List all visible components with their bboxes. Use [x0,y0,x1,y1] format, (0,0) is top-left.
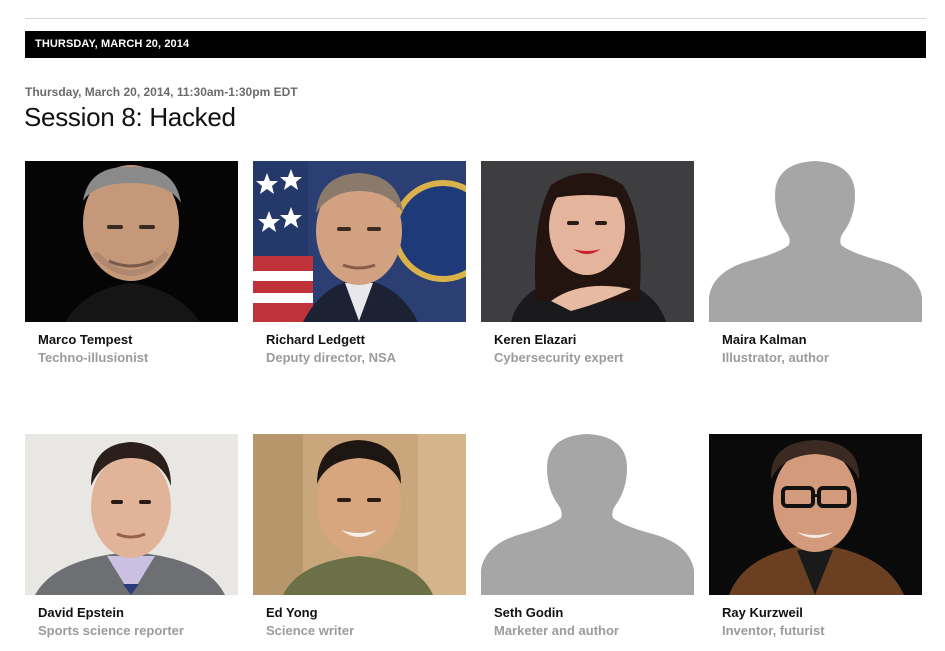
speaker-photo[interactable] [25,434,238,595]
speaker-photo[interactable] [25,161,238,322]
speaker-photo[interactable] [253,434,466,595]
speaker-photo[interactable] [709,434,922,595]
speaker-card-maira-kalman[interactable]: Maira Kalman Illustrator, author [709,161,922,365]
speaker-card-keren-elazari[interactable]: Keren Elazari Cybersecurity expert [481,161,694,365]
speaker-photo[interactable] [253,161,466,322]
silhouette-placeholder-icon[interactable] [481,434,694,595]
speaker-grid: Marco Tempest Techno-illusionist Richard… [0,0,945,651]
speaker-name[interactable]: Ed Yong [253,605,466,620]
speaker-card-richard-ledgett[interactable]: Richard Ledgett Deputy director, NSA [253,161,466,365]
speaker-name[interactable]: Seth Godin [481,605,694,620]
speaker-card-seth-godin[interactable]: Seth Godin Marketer and author [481,434,694,638]
speaker-role: Marketer and author [494,623,619,638]
speaker-role: Sports science reporter [38,623,184,638]
speaker-name[interactable]: Ray Kurzweil [709,605,922,620]
speaker-name[interactable]: Maira Kalman [709,332,922,347]
speaker-photo[interactable] [481,161,694,322]
speaker-role: Deputy director, NSA [266,350,397,365]
speaker-name[interactable]: Marco Tempest [25,332,238,347]
speaker-role: Techno-illusionist [38,350,149,365]
speaker-card-ray-kurzweil[interactable]: Ray Kurzweil Inventor, futurist [709,434,922,638]
speaker-card-ed-yong[interactable]: Ed Yong Science writer [253,434,466,638]
speaker-card-david-epstein[interactable]: David Epstein Sports science reporter [25,434,238,638]
speaker-name[interactable]: Keren Elazari [481,332,694,347]
speaker-role: Inventor, futurist [722,623,825,638]
silhouette-placeholder-icon[interactable] [709,161,922,322]
speaker-name[interactable]: David Epstein [25,605,238,620]
speaker-name[interactable]: Richard Ledgett [253,332,466,347]
speaker-card-marco-tempest[interactable]: Marco Tempest Techno-illusionist [25,161,238,365]
speaker-role: Science writer [266,623,355,638]
speaker-role: Illustrator, author [722,350,829,365]
speaker-role: Cybersecurity expert [494,350,624,365]
